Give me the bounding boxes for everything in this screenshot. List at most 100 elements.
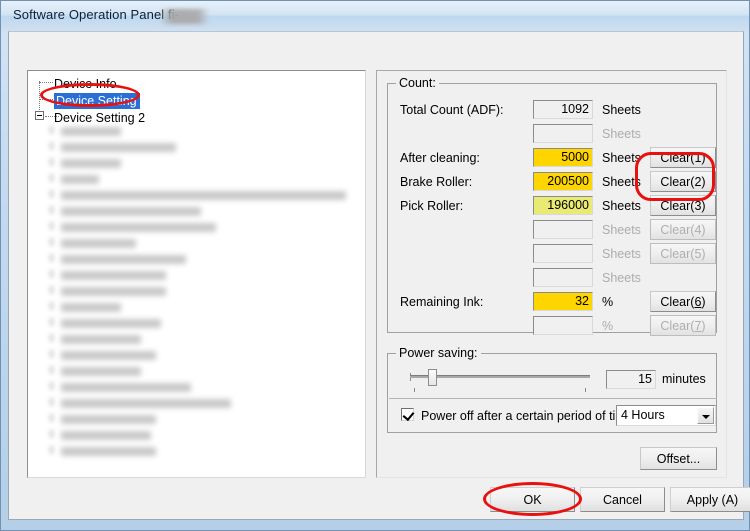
tree-child-item-redacted[interactable]	[61, 447, 156, 456]
tree-child-item-redacted[interactable]	[61, 303, 121, 312]
count-row-unit-label: %	[602, 319, 614, 333]
sidebar-item-device-info[interactable]: Device Info	[54, 75, 117, 93]
tree-child-item-redacted[interactable]	[61, 143, 176, 152]
count-row-value-field	[533, 124, 593, 143]
count-row-unit-label: %	[602, 295, 614, 309]
apply-button[interactable]: Apply (A)	[670, 487, 750, 512]
clear-button-2[interactable]: Clear(2)	[650, 171, 716, 192]
tree-child-bullet	[49, 398, 54, 406]
clear-button-4: Clear(4)	[650, 219, 716, 240]
minutes-unit-label: minutes	[662, 372, 706, 386]
count-group-title: Count:	[396, 76, 439, 90]
tree-child-bullet	[49, 414, 54, 422]
tree-child-bullet	[49, 238, 54, 246]
tree-child-bullet	[49, 446, 54, 454]
count-row-value-field	[533, 220, 593, 239]
tree-child-bullet	[49, 142, 54, 150]
power-saving-divider	[389, 398, 717, 399]
power-off-checkbox-label[interactable]: Power off after a certain period of time	[421, 409, 633, 423]
tree-child-bullet	[49, 174, 54, 182]
tree-child-bullet	[49, 302, 54, 310]
tree-child-item-redacted[interactable]	[61, 383, 191, 392]
tree-child-item-redacted[interactable]	[61, 127, 121, 136]
power-saving-group-title: Power saving:	[396, 346, 481, 360]
tree-child-item-redacted[interactable]	[61, 351, 156, 360]
tree-child-bullet	[49, 366, 54, 374]
settings-tree[interactable]: Device Info Device Setting Device Settin…	[27, 70, 366, 478]
slider-max-tick	[585, 388, 586, 392]
window-title-redacted-model	[161, 9, 208, 24]
clear-button-1[interactable]: Clear(1)	[650, 147, 716, 168]
tree-child-bullet	[49, 286, 54, 294]
count-row-value-field	[533, 244, 593, 263]
tree-child-bullet	[49, 430, 54, 438]
clear-button-7: Clear(7)	[650, 315, 716, 336]
clear-button-3[interactable]: Clear(3)	[650, 195, 716, 216]
count-row-unit-label: Sheets	[602, 103, 641, 117]
count-row-label: Brake Roller:	[400, 175, 473, 189]
tree-child-item-redacted[interactable]	[61, 431, 151, 440]
tree-child-bullet	[49, 334, 54, 342]
tree-child-bullet	[49, 318, 54, 326]
count-row-unit-label: Sheets	[602, 127, 641, 141]
tree-child-item-redacted[interactable]	[61, 191, 346, 200]
tree-child-item-redacted[interactable]	[61, 271, 166, 280]
count-row-label: Pick Roller:	[400, 199, 464, 213]
window-title: Software Operation Panel fi-	[13, 7, 180, 22]
sidebar-item-label: Device Setting 2	[54, 111, 146, 125]
power-saving-minutes-field[interactable]: 15	[606, 370, 656, 389]
count-row-value-field	[533, 316, 593, 335]
slider-min-tick	[414, 388, 415, 392]
tree-child-item-redacted[interactable]	[61, 399, 231, 408]
count-row-unit-label: Sheets	[602, 223, 641, 237]
slider-thumb[interactable]	[428, 369, 437, 386]
tree-child-item-redacted[interactable]	[61, 367, 141, 376]
count-row-value-field[interactable]: 1092	[533, 100, 593, 119]
count-row-unit-label: Sheets	[602, 151, 641, 165]
count-row-value-field[interactable]: 32	[533, 292, 593, 311]
tree-child-bullet	[49, 222, 54, 230]
count-row-value-field	[533, 268, 593, 287]
tree-child-item-redacted[interactable]	[61, 319, 161, 328]
tree-expander-device-setting-2[interactable]	[35, 111, 44, 120]
cancel-button[interactable]: Cancel	[580, 487, 665, 512]
ok-button[interactable]: OK	[490, 487, 575, 512]
tree-child-bullet	[49, 126, 54, 134]
power-off-duration-dropdown[interactable]: 4 Hours	[616, 405, 716, 426]
tree-child-item-redacted[interactable]	[61, 415, 156, 424]
chevron-down-icon[interactable]	[697, 407, 714, 424]
tree-child-bullet	[49, 206, 54, 214]
tree-child-item-redacted[interactable]	[61, 159, 121, 168]
count-row-value-field[interactable]: 5000	[533, 148, 593, 167]
tree-child-bullet	[49, 254, 54, 262]
slider-track[interactable]	[410, 375, 590, 378]
offset-button[interactable]: Offset...	[640, 447, 717, 470]
sidebar-item-label: Device Setting	[54, 93, 140, 109]
tree-child-item-redacted[interactable]	[61, 223, 216, 232]
window-title-bar: Software Operation Panel fi-	[1, 1, 749, 31]
sidebar-item-device-setting-2[interactable]: Device Setting 2	[54, 109, 145, 127]
tree-child-bullet	[49, 190, 54, 198]
clear-button-6[interactable]: Clear(6)	[650, 291, 716, 312]
sidebar-item-device-setting[interactable]: Device Setting	[54, 92, 140, 110]
power-off-checkbox[interactable]	[401, 408, 414, 421]
tree-child-item-redacted[interactable]	[61, 335, 141, 344]
tree-child-item-redacted[interactable]	[61, 287, 166, 296]
tree-child-item-redacted[interactable]	[61, 207, 201, 216]
count-row-unit-label: Sheets	[602, 247, 641, 261]
power-saving-group: Power saving: 15 minutes Power off after…	[387, 346, 717, 433]
count-row-value-field[interactable]: 200500	[533, 172, 593, 191]
tree-child-item-redacted[interactable]	[61, 239, 136, 248]
count-row-unit-label: Sheets	[602, 199, 641, 213]
tree-child-bullet	[49, 350, 54, 358]
tree-child-item-redacted[interactable]	[61, 175, 99, 184]
sidebar-item-label: Device Info	[54, 77, 117, 91]
count-row-value-field[interactable]: 196000	[533, 196, 593, 215]
count-row-label: Remaining Ink:	[400, 295, 484, 309]
software-operation-panel-window: Software Operation Panel fi- Device Info…	[0, 0, 750, 531]
settings-detail-panel: Count: Total Count (ADF): 1092 Sheets Sheet…	[376, 70, 727, 478]
tree-child-bullet	[49, 382, 54, 390]
tree-child-item-redacted[interactable]	[61, 255, 186, 264]
count-row-label: After cleaning:	[400, 151, 480, 165]
power-saving-slider[interactable]	[410, 368, 590, 392]
